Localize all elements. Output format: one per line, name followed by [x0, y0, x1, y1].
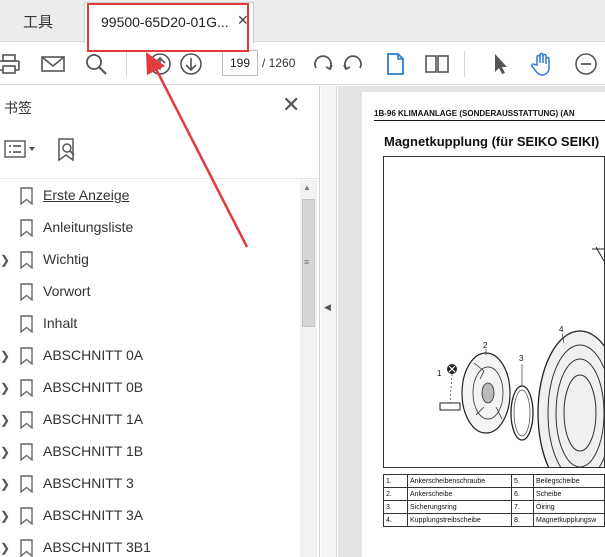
annotation-arrow-head	[146, 52, 165, 75]
annotation-arrow-shaft	[151, 62, 249, 248]
annotation-arrow-overlay	[146, 52, 249, 248]
